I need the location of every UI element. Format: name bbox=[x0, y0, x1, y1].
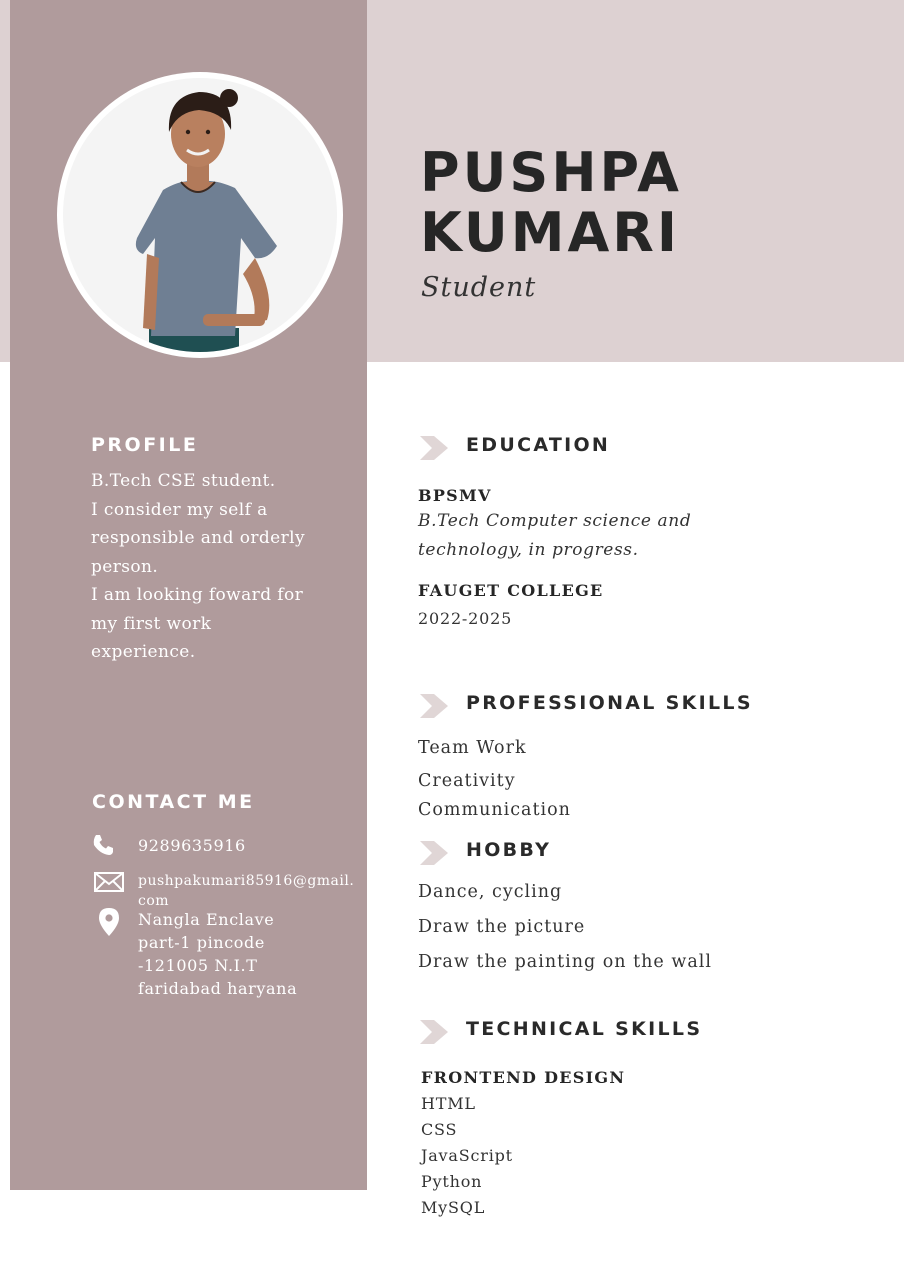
profile-line: B.Tech CSE student. bbox=[91, 471, 276, 491]
education-school: FAUGET COLLEGE bbox=[418, 581, 604, 600]
skill-item: Communication bbox=[418, 800, 571, 820]
technical-skills-heading: TECHNICAL SKILLS bbox=[466, 1018, 703, 1040]
profile-line: I am looking foward for bbox=[91, 585, 304, 605]
chevron-right-icon bbox=[420, 841, 448, 865]
profile-heading: PROFILE bbox=[91, 434, 199, 456]
profile-line: responsible and orderly bbox=[91, 528, 305, 548]
hobby-item: Draw the painting on the wall bbox=[418, 952, 712, 972]
address: Nangla Enclave part-1 pincode -121005 N.… bbox=[138, 908, 297, 1000]
location-pin-icon bbox=[99, 908, 119, 936]
email-address: pushpakumari85916@gmail. com bbox=[138, 871, 354, 911]
tech-skill-item: Python bbox=[421, 1172, 483, 1191]
profile-line: experience. bbox=[91, 642, 196, 662]
address-line: part-1 pincode bbox=[138, 933, 265, 952]
tech-skill-item: HTML bbox=[421, 1094, 476, 1113]
email-line: pushpakumari85916@gmail. bbox=[138, 873, 355, 889]
phone-number: 9289635916 bbox=[138, 836, 246, 855]
chevron-right-icon bbox=[420, 436, 448, 460]
tech-skill-item: CSS bbox=[421, 1120, 458, 1139]
job-title: Student bbox=[421, 272, 537, 303]
education-heading: EDUCATION bbox=[466, 434, 611, 456]
tech-skill-item: JavaScript bbox=[421, 1146, 513, 1165]
profile-photo-image bbox=[63, 78, 337, 352]
profile-line: my first work bbox=[91, 613, 212, 634]
chevron-right-icon bbox=[420, 1020, 448, 1044]
chevron-right-icon bbox=[420, 694, 448, 718]
profile-photo bbox=[57, 72, 343, 358]
profile-summary: B.Tech CSE student. I consider my self a… bbox=[91, 467, 346, 667]
education-years: 2022-2025 bbox=[418, 609, 513, 628]
name-last: KUMARI bbox=[420, 201, 680, 264]
education-school: BPSMV bbox=[418, 486, 492, 505]
hobby-item: Dance, cycling bbox=[418, 882, 563, 902]
education-detail: technology, in progress. bbox=[418, 540, 639, 560]
phone-icon bbox=[93, 835, 113, 855]
tech-skill-item: MySQL bbox=[421, 1198, 486, 1217]
address-line: -121005 N.I.T bbox=[138, 956, 258, 975]
contact-heading: CONTACT ME bbox=[92, 791, 255, 813]
technical-subheading: FRONTEND DESIGN bbox=[421, 1068, 626, 1087]
skill-item: Creativity bbox=[418, 771, 516, 791]
skill-item: Team Work bbox=[418, 738, 527, 758]
address-line: faridabad haryana bbox=[138, 979, 298, 998]
full-name: PUSHPA KUMARI bbox=[420, 143, 880, 263]
address-line: Nangla Enclave bbox=[138, 910, 275, 929]
education-detail: B.Tech Computer science and bbox=[418, 511, 692, 531]
profile-line: I consider my self a bbox=[91, 499, 268, 520]
professional-skills-heading: PROFESSIONAL SKILLS bbox=[466, 692, 753, 714]
hobby-item: Draw the picture bbox=[418, 917, 586, 937]
mail-icon bbox=[94, 872, 124, 892]
name-first: PUSHPA bbox=[420, 141, 682, 204]
profile-line: person. bbox=[91, 556, 159, 577]
hobby-heading: HOBBY bbox=[466, 839, 552, 861]
